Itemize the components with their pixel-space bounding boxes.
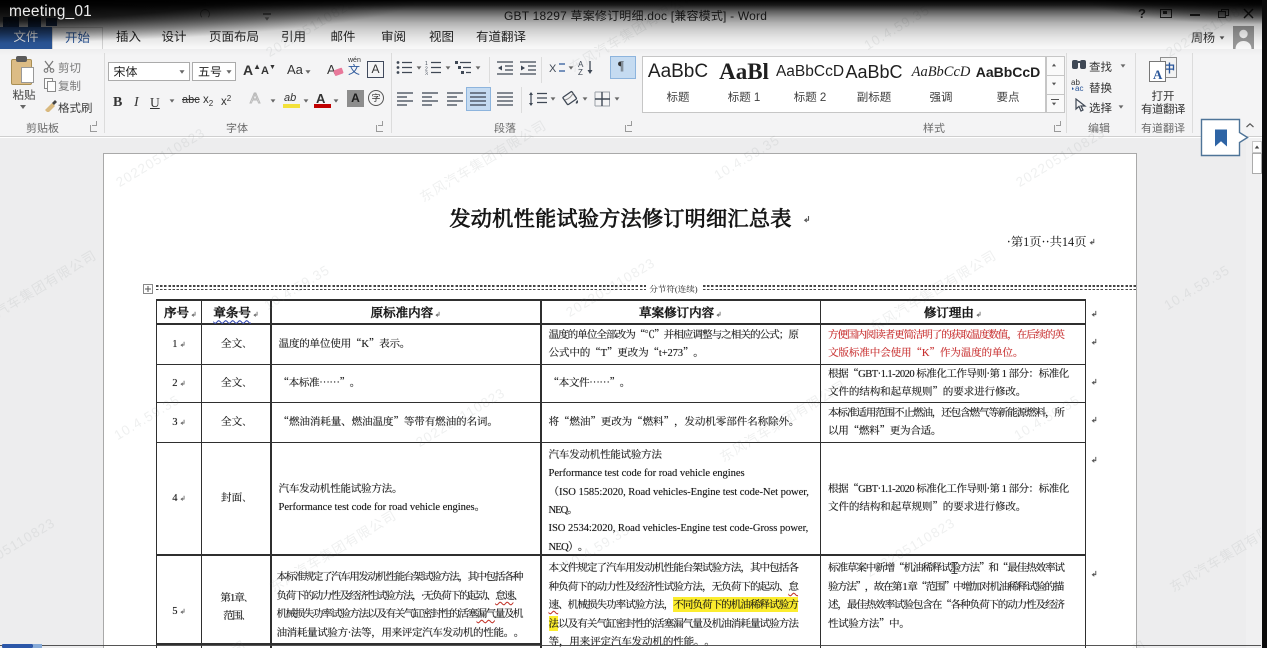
svg-text:Z: Z: [578, 68, 583, 76]
svg-text:X: X: [549, 63, 557, 75]
svg-text:3: 3: [425, 71, 428, 75]
svg-text:ac: ac: [1075, 84, 1083, 91]
